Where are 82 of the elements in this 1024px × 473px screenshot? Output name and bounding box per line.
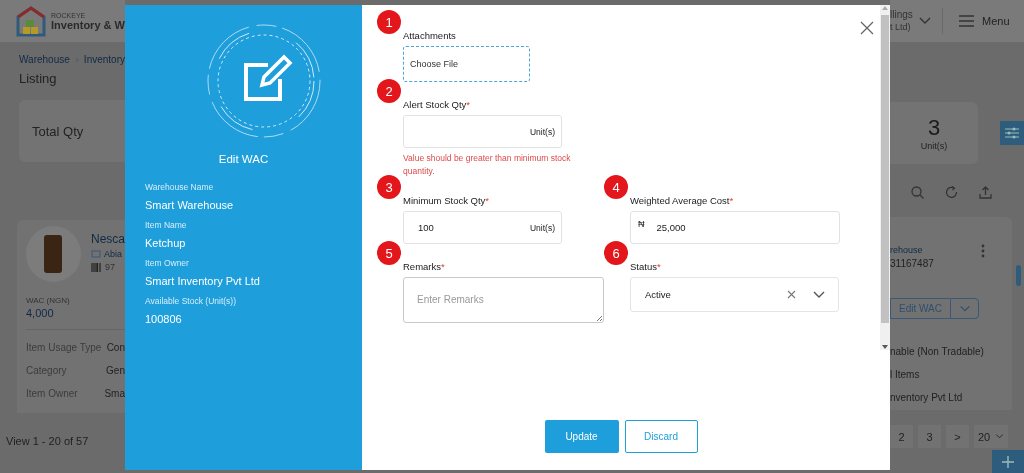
app-title: Inventory & W <box>51 18 125 31</box>
field-label: Minimum Stock Qty* <box>403 195 491 206</box>
step-number-badge: 4 <box>604 175 628 199</box>
account-name: llings <box>890 9 914 21</box>
next-page-button[interactable]: > <box>946 425 969 448</box>
field-label: Alert Stock Qty* <box>403 99 472 110</box>
scroll-up-icon[interactable] <box>882 6 888 10</box>
barcode-icon <box>91 262 102 272</box>
breadcrumb-link[interactable]: Inventory <box>83 54 125 65</box>
add-button[interactable] <box>992 450 1024 473</box>
building-icon <box>91 250 101 258</box>
unit-label: Unit(s) <box>529 126 556 137</box>
quantity-input[interactable]: 100 Unit(s) <box>403 211 562 244</box>
search-icon[interactable] <box>911 186 924 199</box>
detail-value: Con <box>106 342 125 353</box>
item-location: Abia <box>104 249 122 259</box>
info-value: Smart Inventory Pvt Ltd <box>145 275 261 287</box>
close-icon[interactable] <box>860 21 874 35</box>
unit-label: Unit(s) <box>529 222 556 233</box>
page-size-select[interactable]: 20 <box>974 425 1009 448</box>
results-summary: View 1 - 20 of 57 <box>6 435 90 447</box>
field-label: Remarks* <box>403 261 446 272</box>
field-label: Weighted Average Cost* <box>630 195 735 206</box>
detail-value: nventory Pvt Ltd <box>890 392 963 403</box>
step-number-badge: 5 <box>377 241 401 265</box>
scroll-down-icon[interactable] <box>882 345 888 349</box>
more-options-icon[interactable] <box>981 244 985 258</box>
resize-grip-icon[interactable] <box>596 315 602 321</box>
sliders-icon <box>1005 127 1019 139</box>
page-title: Listing <box>19 71 58 86</box>
chevron-icon <box>74 55 79 64</box>
summary-label: Total Qty <box>32 123 84 139</box>
info-label: Item Name <box>145 220 188 230</box>
menu-button[interactable]: Menu <box>959 15 1010 27</box>
hamburger-icon <box>959 15 974 27</box>
info-label: Item Owner <box>145 258 190 268</box>
cost-input[interactable]: ₦ 25,000 <box>630 211 840 244</box>
remarks-textarea[interactable]: Enter Remarks <box>403 277 604 323</box>
account-company: t Ltd) <box>890 21 912 33</box>
item-name[interactable]: Nesca <box>91 232 125 246</box>
currency-symbol: ₦ <box>638 218 645 229</box>
clear-icon[interactable] <box>787 290 796 299</box>
refresh-icon[interactable] <box>945 186 958 199</box>
step-number-badge: 3 <box>377 175 401 199</box>
detail-value: nable (Non Tradable) <box>890 346 984 357</box>
wac-value: 4,000 <box>26 307 55 319</box>
logo-icon <box>15 5 47 37</box>
error-message: Value should be greater than minimum stock quantity. <box>403 152 572 178</box>
status-select[interactable]: Active <box>630 277 839 312</box>
info-label: Warehouse Name <box>145 182 215 192</box>
filter-button[interactable] <box>1000 121 1024 145</box>
field-label: Status* <box>630 261 662 272</box>
update-button[interactable]: Update <box>544 420 619 453</box>
breadcrumb-link[interactable]: Warehouse <box>19 54 70 65</box>
step-number-badge: 1 <box>377 10 401 34</box>
chevron-down-icon <box>995 432 1005 441</box>
page-button[interactable]: 2 <box>890 425 913 448</box>
scrollbar[interactable] <box>880 5 890 350</box>
dropdown-button[interactable] <box>950 298 979 319</box>
choose-file-button[interactable]: Choose File <box>403 46 530 82</box>
step-number-badge: 6 <box>604 241 628 265</box>
info-value: 100806 <box>145 313 183 325</box>
plus-icon <box>1001 454 1015 469</box>
scroll-indicator <box>1016 265 1021 286</box>
summary-value: 3 <box>927 115 941 141</box>
edit-icon <box>206 23 322 139</box>
info-label: Available Stock (Unit(s)) <box>145 296 237 306</box>
warehouse-code: 31167487 <box>890 258 934 269</box>
modal-title: Edit WAC <box>217 153 270 165</box>
detail-value: Sma <box>104 388 125 399</box>
detail-value: Gen <box>106 365 125 376</box>
info-value: Ketchup <box>145 237 187 249</box>
info-value: Smart Warehouse <box>145 199 235 211</box>
quantity-input[interactable]: Unit(s) <box>403 115 562 148</box>
step-number-badge: 2 <box>377 79 401 103</box>
page-button[interactable]: 3 <box>918 425 941 448</box>
field-label: Attachments <box>403 30 457 41</box>
wac-label: WAC (NGN) <box>26 296 71 305</box>
summary-unit: Unit(s) <box>920 141 948 151</box>
upload-icon[interactable] <box>979 186 992 199</box>
discard-button[interactable]: Discard <box>624 420 698 453</box>
warehouse-name: rehouse <box>890 245 923 255</box>
